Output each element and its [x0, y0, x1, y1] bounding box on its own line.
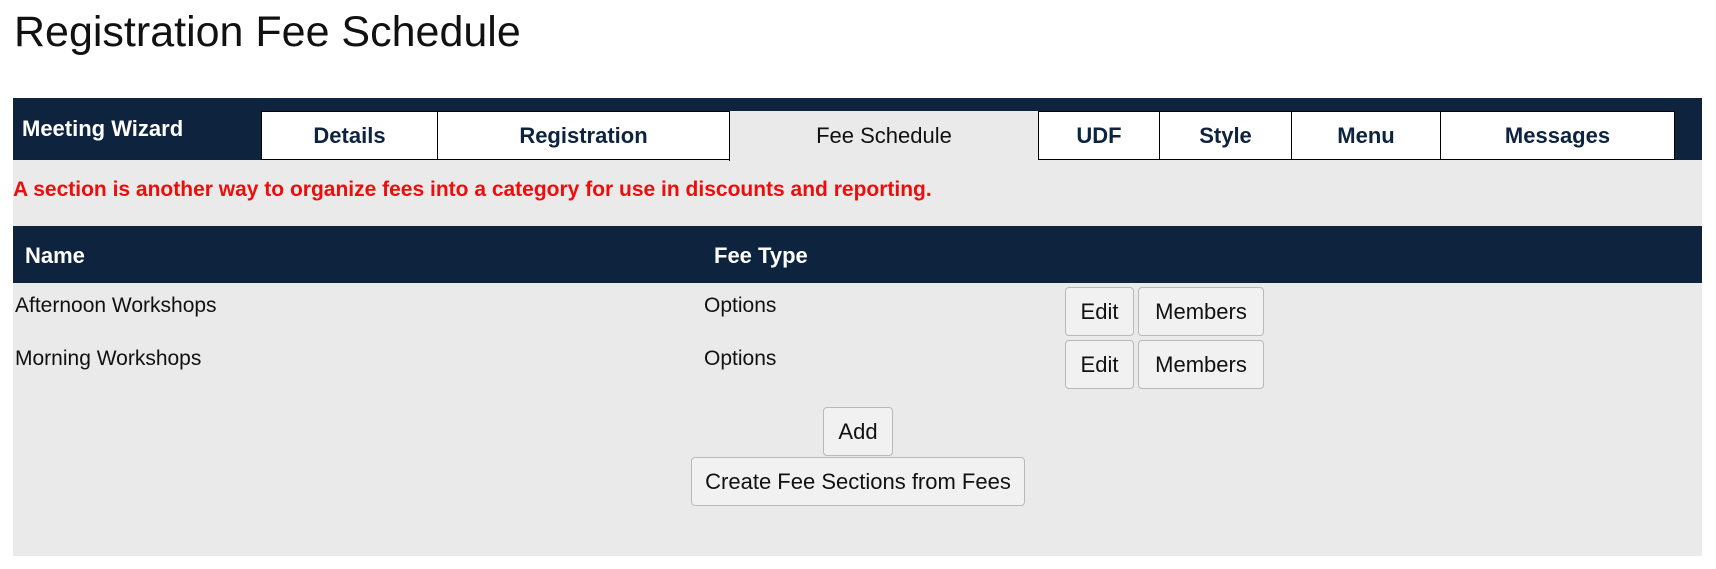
edit-button[interactable]: Edit: [1065, 287, 1134, 336]
tab-udf[interactable]: UDF: [1038, 111, 1159, 160]
tab-details[interactable]: Details: [261, 111, 437, 160]
tab-messages[interactable]: Messages: [1440, 111, 1675, 160]
wizard-label: Meeting Wizard: [22, 116, 184, 141]
tab-registration[interactable]: Registration: [437, 111, 729, 160]
tab-fee-schedule[interactable]: Fee Schedule: [729, 111, 1038, 161]
edit-button[interactable]: Edit: [1065, 340, 1134, 389]
row-name: Morning Workshops: [15, 347, 202, 370]
create-fee-sections-button[interactable]: Create Fee Sections from Fees: [691, 457, 1025, 506]
tab-menu[interactable]: Menu: [1291, 111, 1440, 160]
row-name: Afternoon Workshops: [15, 294, 217, 317]
page-title: Registration Fee Schedule: [14, 8, 521, 56]
row-fee-type: Options: [704, 294, 777, 317]
table-header: Name Fee Type: [13, 226, 1702, 283]
wizard-header: Meeting Wizard Details Registration Fee …: [13, 98, 1702, 161]
tab-style[interactable]: Style: [1159, 111, 1291, 160]
row-fee-type: Options: [704, 347, 777, 370]
section-notice: A section is another way to organize fee…: [13, 178, 932, 201]
meeting-wizard-panel: Meeting Wizard Details Registration Fee …: [13, 98, 1702, 556]
wizard-tabs: Details Registration Fee Schedule UDF St…: [261, 111, 1675, 161]
table-row: Morning Workshops Options Edit Members: [13, 340, 1702, 390]
members-button[interactable]: Members: [1138, 340, 1264, 389]
members-button[interactable]: Members: [1138, 287, 1264, 336]
add-button[interactable]: Add: [823, 407, 893, 456]
table-row: Afternoon Workshops Options Edit Members: [13, 287, 1702, 337]
column-header-name: Name: [25, 243, 85, 268]
column-header-fee-type: Fee Type: [714, 243, 808, 268]
